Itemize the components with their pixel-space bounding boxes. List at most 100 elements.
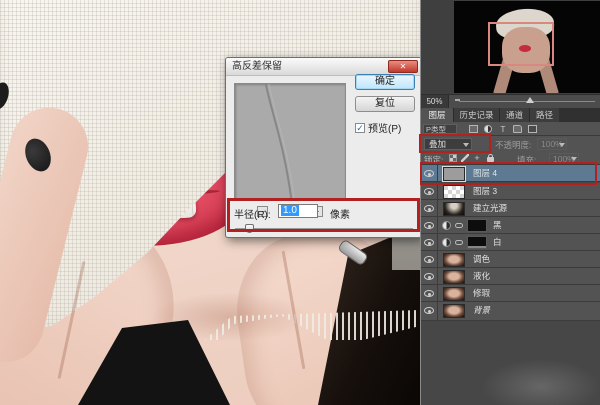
- layer-name: 背景: [473, 305, 491, 315]
- lock-pixels-icon[interactable]: [461, 154, 469, 162]
- layer-name: 建立光源: [473, 203, 508, 213]
- ok-button[interactable]: 确定: [355, 74, 415, 90]
- chevron-down-icon: [559, 143, 565, 147]
- lock-all-icon[interactable]: [487, 154, 494, 162]
- filter-shape-icon[interactable]: [513, 125, 522, 133]
- mask-link-icon: [455, 240, 463, 245]
- radius-label: 半径(R):: [234, 210, 271, 221]
- radius-value: 1.0: [281, 205, 299, 216]
- chevron-down-icon: [571, 157, 577, 161]
- layer-row-liquify[interactable]: 液化: [421, 268, 600, 285]
- radius-slider-track: [235, 228, 413, 230]
- layer-row-white-adjustment[interactable]: 白: [421, 234, 600, 251]
- filter-preview[interactable]: [234, 83, 346, 200]
- layer-row-black-adjustment[interactable]: 黑: [421, 217, 600, 234]
- close-icon[interactable]: ✕: [388, 60, 418, 73]
- lock-position-icon[interactable]: +: [473, 154, 481, 163]
- high-pass-dialog: 高反差保留 ✕ − 100% + 确定 复位 ✓ 预览(P) 半径(R): 1.…: [225, 57, 422, 238]
- filter-kind-dropdown[interactable]: P类型: [423, 124, 457, 134]
- layer-thumbnail[interactable]: [443, 269, 465, 284]
- layer-thumbnail[interactable]: [442, 165, 466, 182]
- tab-channels[interactable]: 通道: [499, 108, 529, 122]
- navigator-panel: [421, 0, 600, 94]
- layer-row-layer4[interactable]: 图层 4: [421, 165, 600, 182]
- photoshop-workspace: 高反差保留 ✕ − 100% + 确定 复位 ✓ 预览(P) 半径(R): 1.…: [0, 0, 600, 405]
- visibility-cell[interactable]: [421, 251, 438, 268]
- layer-thumbnail[interactable]: [443, 303, 465, 318]
- visibility-cell[interactable]: [421, 183, 438, 200]
- filter-adjustment-icon[interactable]: [484, 125, 492, 133]
- eye-icon[interactable]: [424, 170, 434, 177]
- eye-icon[interactable]: [424, 205, 434, 212]
- lock-fill-row: 锁定: + 填充: 100%: [421, 152, 600, 165]
- radius-input[interactable]: 1.0: [278, 204, 318, 218]
- layer-name: 液化: [473, 271, 491, 281]
- layer-name: 图层 3: [473, 186, 498, 196]
- radius-unit-label: 像素: [330, 210, 350, 221]
- visibility-cell[interactable]: [421, 165, 438, 182]
- radius-slider[interactable]: [235, 224, 413, 234]
- tab-paths[interactable]: 路径: [529, 108, 559, 122]
- layer-thumbnail[interactable]: [443, 252, 465, 267]
- eye-icon[interactable]: [424, 307, 434, 314]
- layer-mask-thumbnail[interactable]: [467, 235, 487, 249]
- visibility-cell[interactable]: [421, 285, 438, 302]
- layer-row-retouch[interactable]: 修瑕: [421, 285, 600, 302]
- reset-button[interactable]: 复位: [355, 96, 415, 112]
- layer-name: 调色: [473, 254, 491, 264]
- visibility-cell[interactable]: [421, 200, 438, 217]
- fill-value-dropdown[interactable]: 100%: [549, 153, 579, 164]
- navigator-proxy-rect[interactable]: [488, 22, 554, 66]
- eye-icon[interactable]: [424, 256, 434, 263]
- navigator-zoom-bar: 50%: [421, 94, 600, 108]
- eye-icon[interactable]: [424, 273, 434, 280]
- mask-link-icon: [455, 223, 463, 228]
- preview-checkbox-row: ✓ 预览(P): [355, 120, 401, 135]
- visibility-cell[interactable]: [421, 217, 438, 234]
- panel-light-blob: [481, 359, 600, 405]
- eye-icon[interactable]: [424, 239, 434, 246]
- panel-tabs: 图层 历史记录 通道 路径: [421, 108, 600, 122]
- right-panel: 50% 图层 历史记录 通道 路径 P类型 T 叠加 不透明度: 100% 锁定…: [420, 0, 600, 405]
- preview-checkbox-label: 预览(P): [368, 124, 402, 135]
- layer-row-light-source[interactable]: 建立光源: [421, 200, 600, 217]
- adjustment-layer-icon[interactable]: [442, 221, 451, 230]
- layer-filter-row: P类型 T: [421, 122, 600, 136]
- blend-mode-dropdown[interactable]: 叠加: [424, 138, 472, 150]
- layer-name: 修瑕: [473, 288, 491, 298]
- filter-pixel-icon[interactable]: [469, 125, 478, 133]
- visibility-cell[interactable]: [421, 234, 438, 251]
- visibility-cell[interactable]: [421, 268, 438, 285]
- chevron-down-icon: [463, 143, 469, 147]
- preview-checkbox[interactable]: ✓: [355, 122, 365, 133]
- filter-type-icon[interactable]: T: [499, 125, 507, 134]
- layer-thumbnail[interactable]: [443, 286, 465, 301]
- navigator-zoom-level[interactable]: 50%: [421, 95, 449, 108]
- layer-thumbnail[interactable]: [443, 201, 465, 216]
- layer-name: 白: [493, 237, 502, 247]
- layer-row-background[interactable]: 背景: [421, 302, 600, 321]
- eye-icon[interactable]: [424, 222, 434, 229]
- layer-name: 图层 4: [473, 168, 498, 178]
- navigator-zoom-thumb[interactable]: [526, 97, 534, 103]
- layer-row-layer3[interactable]: 图层 3: [421, 183, 600, 200]
- visibility-cell[interactable]: [421, 302, 438, 321]
- tab-history[interactable]: 历史记录: [453, 108, 499, 122]
- opacity-label: 不透明度:: [495, 140, 532, 150]
- filter-smart-object-icon[interactable]: [528, 125, 537, 133]
- layer-mask-thumbnail[interactable]: [467, 218, 487, 232]
- panel-empty-area: [421, 339, 600, 405]
- radius-slider-thumb[interactable]: [245, 224, 254, 233]
- layer-row-color-grade[interactable]: 调色: [421, 251, 600, 268]
- tab-layers[interactable]: 图层: [421, 108, 453, 122]
- lock-transparency-icon[interactable]: [449, 154, 457, 162]
- layer-name: 黑: [493, 220, 502, 230]
- opacity-value-dropdown[interactable]: 100%: [537, 138, 567, 150]
- blend-opacity-row: 叠加 不透明度: 100%: [421, 136, 600, 152]
- eye-icon[interactable]: [424, 188, 434, 195]
- eye-icon[interactable]: [424, 290, 434, 297]
- layer-thumbnail[interactable]: [443, 184, 465, 199]
- navigator-thumbnail: [454, 1, 600, 93]
- adjustment-layer-icon[interactable]: [442, 238, 451, 247]
- blend-mode-value: 叠加: [429, 139, 447, 149]
